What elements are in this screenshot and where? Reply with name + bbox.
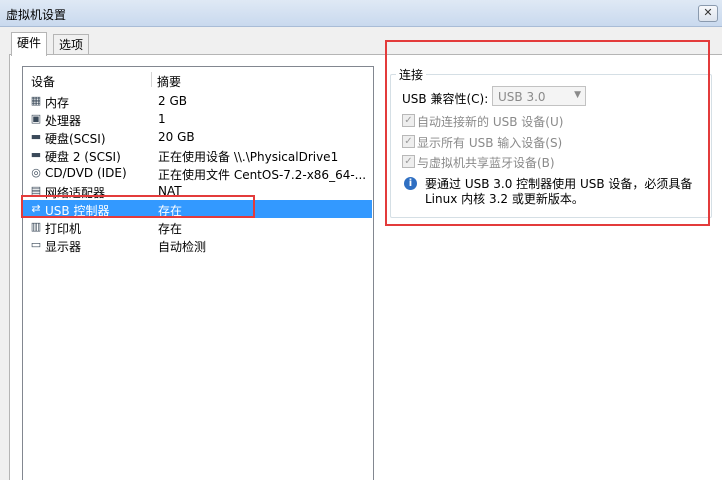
device-row-memory[interactable]: ▦ 内存 2 GB [23,92,372,110]
cd-dvd-icon: ◎ [31,166,41,179]
hard-disk-icon: ▬ [30,148,42,161]
device-row-processor[interactable]: ▣ 处理器 1 [23,110,372,128]
column-header-device[interactable]: 设备 [31,73,55,90]
device-name: 内存 [45,96,70,110]
memory-icon: ▦ [30,94,42,107]
hard-disk-icon: ▬ [30,130,42,143]
device-row-display[interactable]: ▭ 显示器 自动检测 [23,236,372,255]
device-summary: 存在 [158,222,183,236]
close-button[interactable]: ✕ [698,5,718,22]
printer-icon: ▥ [30,220,42,233]
list-header: 设备 摘要 [23,70,373,90]
device-row-hard-disk-2[interactable]: ▬ 硬盘 2 (SCSI) 正在使用设备 \\.\PhysicalDrive1 [23,146,372,165]
device-summary: 正在使用文件 CentOS-7.2-x86_64-... [158,168,367,182]
device-summary: 正在使用设备 \\.\PhysicalDrive1 [158,150,339,164]
device-summary: 20 GB [158,130,195,144]
device-name: 显示器 [45,240,82,254]
device-name: 硬盘 2 (SCSI) [45,150,121,164]
cpu-icon: ▣ [30,112,42,125]
device-row-hard-disk[interactable]: ▬ 硬盘(SCSI) 20 GB [23,128,372,146]
tab-hardware-label: 硬件 [17,36,42,50]
device-list[interactable]: 设备 摘要 ▦ 内存 2 GB ▣ 处理器 1 ▬ 硬盘(SCSI) 20 GB… [22,66,374,480]
window-title: 虚拟机设置 [6,8,67,22]
device-summary: 自动检测 [158,240,207,254]
device-name: 处理器 [45,114,82,128]
device-summary: 2 GB [158,94,187,108]
window-titlebar: 虚拟机设置 ✕ [0,0,722,27]
highlight-box-connection [385,40,710,226]
column-divider [151,72,152,87]
column-header-summary[interactable]: 摘要 [157,73,181,90]
highlight-box-usb-row [21,195,255,218]
tab-options-label: 选项 [59,38,84,52]
tab-hardware[interactable]: 硬件 [11,32,48,56]
device-row-cd-dvd[interactable]: ◎ CD/DVD (IDE) 正在使用文件 CentOS-7.2-x86_64-… [23,164,372,182]
monitor-icon: ▭ [30,238,42,251]
device-row-printer[interactable]: ▥ 打印机 存在 [23,218,372,237]
close-icon: ✕ [703,6,713,19]
device-name: 打印机 [45,222,82,236]
device-name: 硬盘(SCSI) [45,132,106,146]
device-name: CD/DVD (IDE) [45,166,127,180]
tab-options[interactable]: 选项 [53,34,90,55]
device-summary: 1 [158,112,166,126]
